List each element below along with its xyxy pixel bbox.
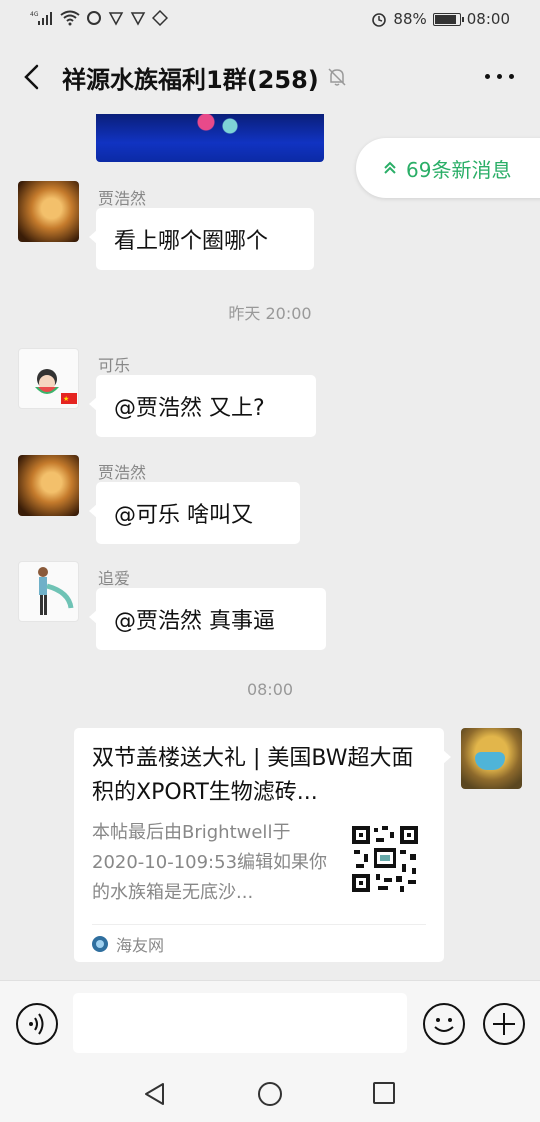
svg-text:★: ★ (63, 395, 69, 403)
sender-name: 贾浩然 (98, 463, 147, 482)
avatar[interactable] (18, 561, 79, 622)
nav-home-icon[interactable] (258, 1082, 282, 1106)
my-avatar[interactable] (461, 728, 522, 789)
battery-fill (434, 14, 456, 24)
link-card-divider (92, 924, 426, 925)
link-card-description: 本帖最后由Brightwell于2020-10-109:53编辑如果你的水族箱是… (92, 822, 328, 903)
qr-code-icon (350, 824, 420, 894)
battery-percent: 88% (393, 10, 427, 28)
voice-icon (29, 1013, 44, 1035)
status-bar: 4G 88% 08:00 (0, 0, 540, 40)
message-input[interactable] (73, 993, 407, 1053)
message-bubble[interactable]: @可乐 啥叫又 (89, 482, 300, 544)
timestamp: 08:00 (246, 680, 294, 699)
double-chevron-up-icon (384, 161, 396, 174)
link-card-source: 海友网 (92, 932, 164, 956)
voice-input-button[interactable] (16, 1003, 58, 1045)
signal-4g-icon: 4G (30, 11, 52, 25)
message-bubble[interactable]: @贾浩然 真事逼 (89, 588, 326, 650)
new-messages-label: 69条新消息 (406, 157, 512, 182)
battery-icon (432, 12, 464, 26)
status-time: 08:00 (466, 10, 510, 28)
sender-name: 追爱 (98, 569, 131, 588)
wifi-icon (60, 10, 80, 26)
timestamp: 昨天 20:00 (228, 304, 312, 323)
app-icon-1 (87, 11, 101, 25)
chat-title: 祥源水族福利1群(258) (62, 66, 319, 94)
nav-recents-icon[interactable] (373, 1082, 395, 1104)
input-bar (0, 980, 540, 1066)
watermelon-avatar-icon: ★ (35, 369, 77, 404)
avatar[interactable] (18, 455, 79, 516)
more-functions-button[interactable] (483, 1003, 525, 1045)
avatar[interactable] (18, 181, 79, 242)
app-icon-2 (108, 12, 124, 26)
status-right: 88% 08:00 (371, 10, 510, 28)
status-left-icons: 4G (30, 10, 168, 26)
link-card-title: 双节盖楼送大礼 | 美国BW超大面积的XPORT生物滤砖... (92, 746, 414, 805)
mute-bell-icon (328, 68, 346, 86)
sender-name: 贾浩然 (98, 189, 147, 208)
plus-icon (493, 1013, 515, 1035)
source-logo-icon (92, 936, 108, 952)
new-messages-button[interactable]: 69条新消息 (356, 138, 540, 198)
message-bubble[interactable]: @贾浩然 又上? (89, 375, 316, 437)
link-card[interactable]: 双节盖楼送大礼 | 美国BW超大面积的XPORT生物滤砖... 本帖最后由Bri… (74, 728, 451, 962)
more-options-button[interactable] (485, 74, 514, 79)
back-arrow-icon[interactable] (18, 62, 48, 92)
app-icon-3 (130, 12, 146, 26)
message-bubble[interactable]: 看上哪个圈哪个 (89, 208, 314, 270)
couple-avatar-icon (38, 567, 74, 615)
emoji-button[interactable] (423, 1003, 465, 1045)
svg-text:4G: 4G (30, 11, 39, 18)
system-nav-bar (0, 1066, 540, 1122)
alarm-icon (372, 13, 387, 27)
sender-name: 可乐 (98, 356, 131, 375)
chat-header: 祥源水族福利1群(258) (0, 40, 540, 114)
image-message[interactable] (96, 114, 324, 162)
avatar[interactable]: ★ (18, 348, 79, 409)
smiley-icon (434, 1018, 454, 1032)
link-card-source-name: 海友网 (116, 936, 165, 955)
nav-back-icon[interactable] (143, 1082, 167, 1106)
app-icon-4 (152, 10, 168, 26)
